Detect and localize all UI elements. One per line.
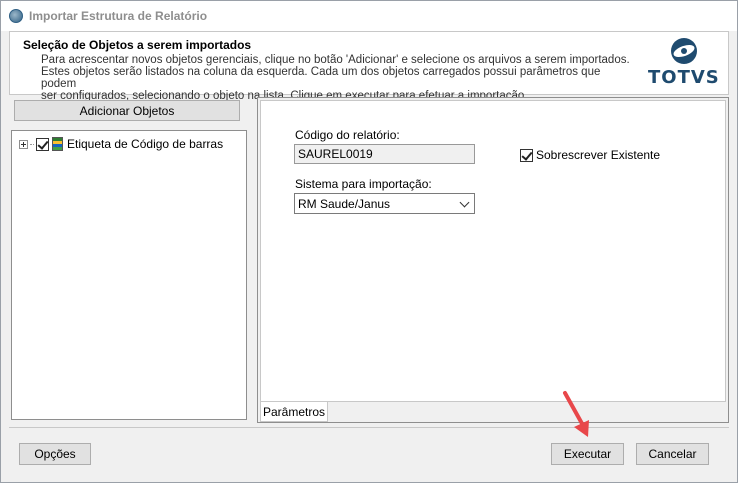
parameters-tab-content: Código do relatório: SAUREL0019 Sistema … xyxy=(260,100,726,402)
window-title: Importar Estrutura de Relatório xyxy=(29,9,208,23)
totvs-logo-icon xyxy=(671,38,697,64)
chevron-down-icon xyxy=(459,197,470,208)
title-bar[interactable]: Importar Estrutura de Relatório xyxy=(1,1,737,31)
app-icon xyxy=(9,9,23,23)
totvs-logo-text: TOTVS xyxy=(648,67,720,88)
options-button[interactable]: Opções xyxy=(19,443,91,465)
totvs-logo: TOTVS xyxy=(648,35,720,91)
tree-item-label: Etiqueta de Código de barras xyxy=(67,137,224,151)
import-system-select[interactable]: RM Saude/Janus xyxy=(294,193,475,214)
import-dialog: Importar Estrutura de Relatório Seleção … xyxy=(0,0,738,483)
header-title: Seleção de Objetos a serem importados xyxy=(23,38,252,52)
overwrite-option[interactable]: Sobrescrever Existente xyxy=(520,148,660,162)
objects-tree[interactable]: Etiqueta de Código de barras xyxy=(11,130,247,420)
import-system-value: RM Saude/Janus xyxy=(298,197,391,211)
report-icon xyxy=(52,137,63,151)
parameters-panel: Código do relatório: SAUREL0019 Sistema … xyxy=(257,97,729,423)
overwrite-label: Sobrescrever Existente xyxy=(536,148,661,162)
report-code-input[interactable]: SAUREL0019 xyxy=(294,144,475,164)
tree-item[interactable]: Etiqueta de Código de barras xyxy=(19,136,223,152)
tree-connector xyxy=(30,143,34,145)
overwrite-checkbox[interactable] xyxy=(520,148,533,162)
expand-icon[interactable] xyxy=(19,139,28,149)
add-objects-button[interactable]: Adicionar Objetos xyxy=(14,100,240,121)
footer-divider xyxy=(9,427,729,428)
execute-button[interactable]: Executar xyxy=(551,443,624,465)
pointer-arrow-icon xyxy=(563,391,589,437)
import-system-label: Sistema para importação: xyxy=(295,177,432,191)
tree-item-checkbox[interactable] xyxy=(36,137,49,151)
header-description: Para acrescentar novos objetos gerenciai… xyxy=(41,54,630,102)
objects-panel: Adicionar Objetos Etiqueta de Código de … xyxy=(9,97,249,421)
tab-parameters[interactable]: Parâmetros xyxy=(260,402,328,422)
report-code-label: Código do relatório: xyxy=(295,128,400,142)
header-panel: Seleção de Objetos a serem importados Pa… xyxy=(9,31,729,102)
cancel-button[interactable]: Cancelar xyxy=(636,443,709,465)
